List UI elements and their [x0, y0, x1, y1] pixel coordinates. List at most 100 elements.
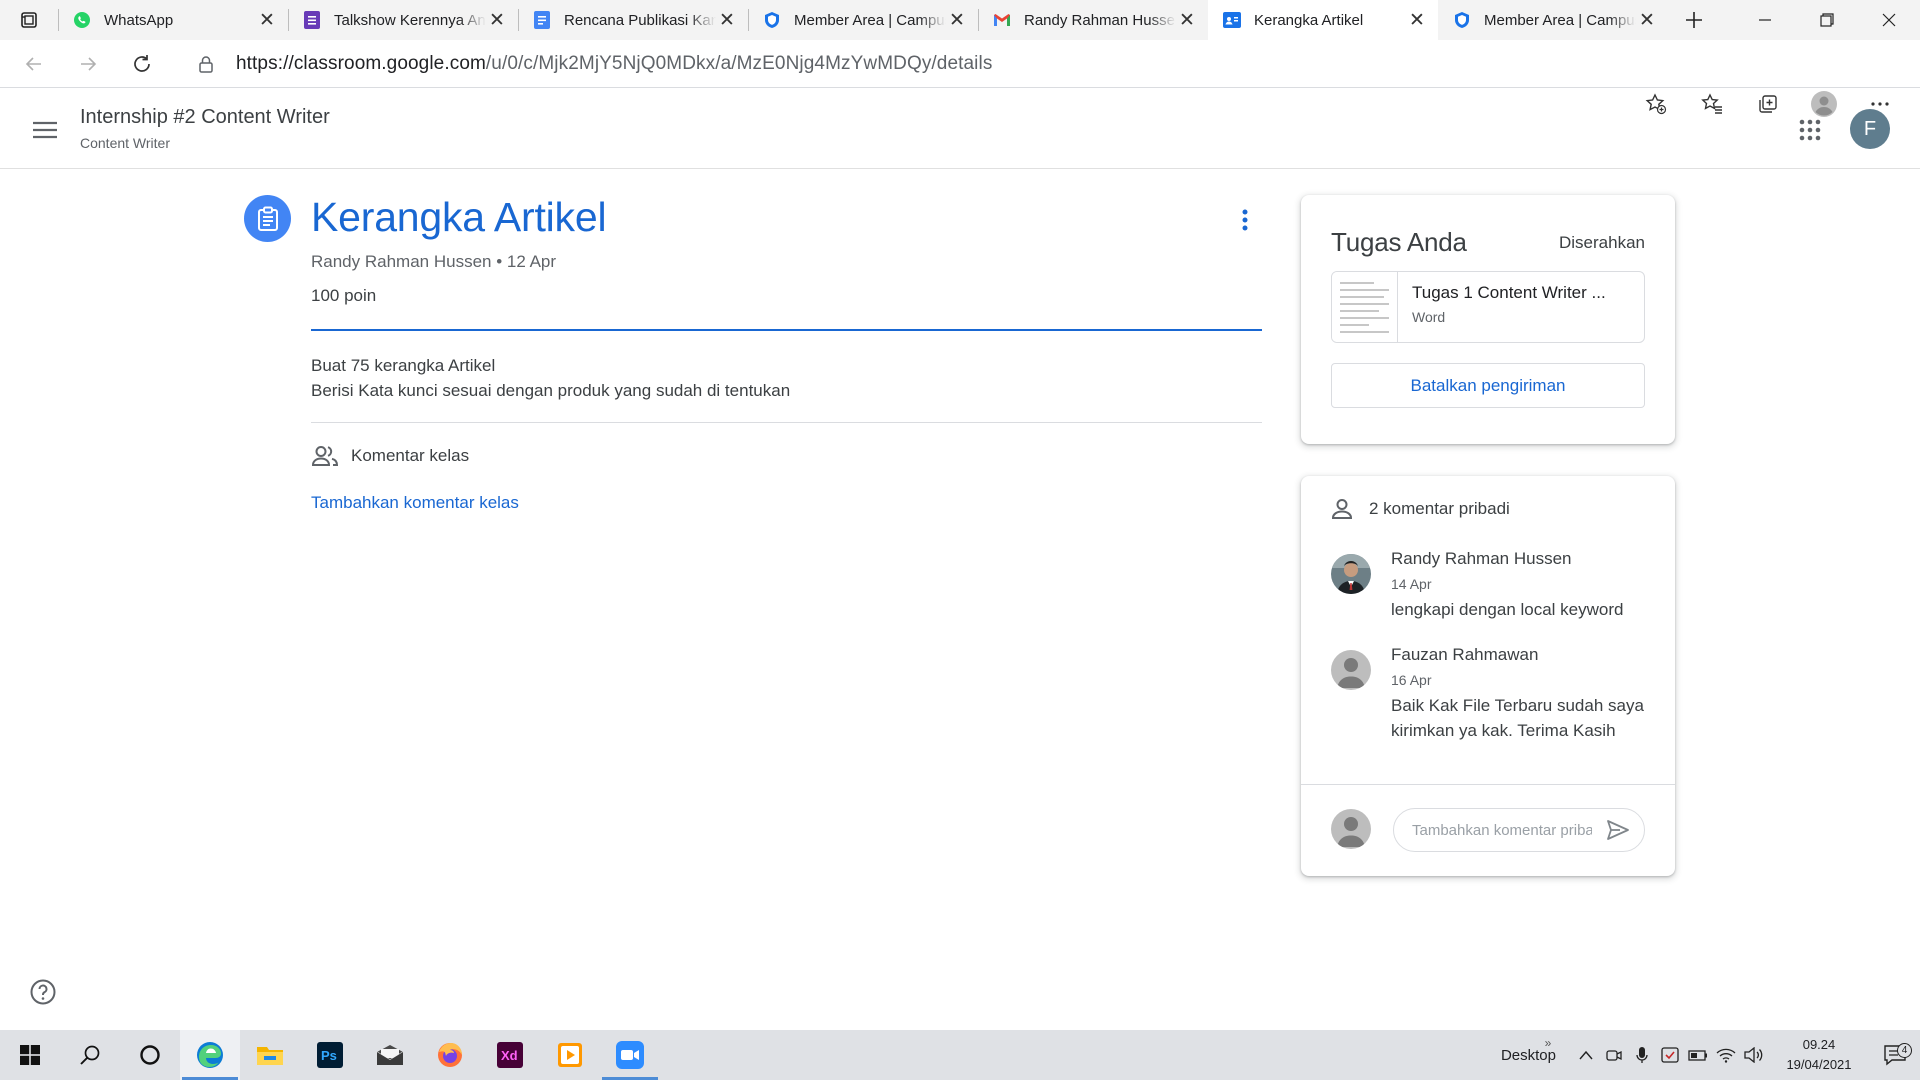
refresh-icon[interactable]	[120, 46, 164, 82]
private-comments-heading: 2 komentar pribadi	[1331, 498, 1510, 520]
class-section: Content Writer	[80, 135, 170, 151]
zoom-icon[interactable]	[600, 1030, 660, 1080]
your-work-card: Tugas Anda Diserahkan Tugas 1 Content Wr…	[1301, 195, 1675, 444]
system-tray: Desktop » 09.24 19/04/2021 4	[1501, 1030, 1920, 1080]
class-comments-label: Komentar kelas	[351, 446, 470, 465]
url-field[interactable]: https://classroom.google.com/u/0/c/Mjk2M…	[180, 45, 1682, 83]
system-clock[interactable]: 09.24 19/04/2021	[1774, 1035, 1864, 1075]
tab-title: Talkshow Kerennya Anak	[334, 11, 486, 29]
comment-date: 16 Apr	[1391, 672, 1432, 688]
unsubmit-button[interactable]: Batalkan pengiriman	[1331, 363, 1645, 408]
tab-title: Member Area | Campus	[1484, 11, 1636, 29]
private-comment-input[interactable]	[1412, 821, 1592, 839]
close-icon[interactable]: ✕	[946, 9, 968, 31]
meet-now-icon[interactable]	[1600, 1048, 1628, 1062]
close-icon[interactable]: ✕	[1176, 9, 1198, 31]
your-work-title: Tugas Anda	[1331, 227, 1467, 257]
title-divider	[311, 329, 1262, 331]
minimize-icon[interactable]	[1734, 0, 1796, 40]
forward-arrow-icon[interactable]	[66, 46, 110, 82]
volume-icon[interactable]	[1740, 1047, 1768, 1063]
tab-title: Randy Rahman Hussen	[1024, 11, 1176, 29]
close-icon[interactable]: ✕	[256, 9, 278, 31]
class-title[interactable]: Internship #2 Content Writer	[80, 106, 330, 129]
tab-title: Kerangka Artikel	[1254, 11, 1364, 29]
clock-date: 19/04/2021	[1786, 1057, 1852, 1072]
attachment-type: Word	[1412, 309, 1446, 325]
avatar	[1331, 650, 1371, 690]
avatar	[1331, 554, 1371, 594]
browser-tab-gmail[interactable]: Randy Rahman Hussen ✕	[978, 0, 1208, 40]
comments-divider	[1301, 784, 1675, 785]
microphone-icon[interactable]	[1628, 1046, 1656, 1064]
window-controls	[1734, 0, 1920, 40]
photoshop-icon[interactable]: Ps	[300, 1030, 360, 1080]
chevron-up-icon[interactable]	[1572, 1050, 1600, 1060]
submission-status: Diserahkan	[1559, 233, 1645, 252]
tab-actions-icon[interactable]	[0, 0, 58, 40]
svg-text:Ps: Ps	[321, 1048, 337, 1063]
wifi-icon[interactable]	[1712, 1047, 1740, 1063]
assignment-title: Kerangka Artikel	[311, 194, 607, 240]
close-icon[interactable]: ✕	[486, 9, 508, 31]
add-class-comment-link[interactable]: Tambahkan komentar kelas	[311, 493, 519, 513]
windows-start-icon[interactable]	[0, 1030, 60, 1080]
browser-tab-strip: WhatsApp ✕ Talkshow Kerennya Anak ✕ Renc…	[0, 0, 1920, 40]
adobe-xd-icon[interactable]: Xd	[480, 1030, 540, 1080]
private-comments-card: 2 komentar pribadi Randy Rahman Hussen 1…	[1301, 476, 1675, 876]
notification-count-badge: 4	[1897, 1043, 1912, 1058]
comment-author: Fauzan Rahmawan	[1391, 645, 1539, 664]
security-icon[interactable]	[1656, 1047, 1684, 1063]
more-vert-icon[interactable]	[1230, 202, 1260, 238]
media-player-icon[interactable]	[540, 1030, 600, 1080]
description-divider	[311, 422, 1262, 423]
google-apps-icon[interactable]	[1790, 110, 1830, 150]
svg-text:Xd: Xd	[501, 1048, 518, 1063]
close-icon[interactable]: ✕	[716, 9, 738, 31]
help-icon[interactable]	[28, 977, 58, 1007]
person-icon	[1331, 498, 1355, 520]
send-icon[interactable]	[1606, 819, 1630, 841]
attachment-name: Tugas 1 Content Writer ...	[1412, 283, 1606, 302]
mail-icon[interactable]	[360, 1030, 420, 1080]
new-tab-plus-icon[interactable]	[1672, 0, 1716, 40]
description-line: Berisi Kata kunci sesuai dengan produk y…	[311, 381, 791, 400]
classroom-header: Internship #2 Content Writer Content Wri…	[0, 88, 1920, 169]
notification-center-icon[interactable]: 4	[1870, 1043, 1920, 1066]
close-icon[interactable]: ✕	[1636, 9, 1658, 31]
private-comment-field[interactable]	[1393, 808, 1645, 852]
file-explorer-icon[interactable]	[240, 1030, 300, 1080]
browser-tab-member-area-2[interactable]: Member Area | Campus ✕	[1438, 0, 1668, 40]
comment-text: Baik Kak File Terbaru sudah saya kirimka…	[1391, 696, 1644, 740]
battery-icon[interactable]	[1684, 1049, 1712, 1061]
assignment-description: Buat 75 kerangka Artikel Berisi Kata kun…	[311, 353, 790, 403]
close-window-icon[interactable]	[1858, 0, 1920, 40]
private-comments-count: 2 komentar pribadi	[1369, 499, 1510, 518]
browser-tab-kerangka-artikel[interactable]: Kerangka Artikel ✕	[1208, 0, 1438, 40]
cortana-icon[interactable]	[120, 1030, 180, 1080]
browser-tab-whatsapp[interactable]: WhatsApp ✕	[58, 0, 288, 40]
restore-icon[interactable]	[1796, 0, 1858, 40]
browser-tab-rencana[interactable]: Rencana Publikasi Kampus ✕	[518, 0, 748, 40]
tab-title: Rencana Publikasi Kampus	[564, 11, 716, 29]
windows-taskbar: Ps Xd Desktop » 09.24 19/04/2021 4	[0, 1030, 1920, 1080]
description-line: Buat 75 kerangka Artikel	[311, 356, 496, 375]
edge-icon[interactable]	[180, 1030, 240, 1080]
search-icon[interactable]	[60, 1030, 120, 1080]
attachment-card[interactable]: Tugas 1 Content Writer ... Word	[1331, 271, 1645, 343]
google-docs-icon	[532, 10, 552, 30]
back-arrow-icon[interactable]	[12, 46, 56, 82]
hamburger-menu-icon[interactable]	[22, 110, 68, 150]
url-host: https://classroom.google.com	[236, 53, 486, 74]
tab-title: Member Area | Campus	[794, 11, 946, 29]
google-forms-icon	[302, 10, 322, 30]
firefox-icon[interactable]	[420, 1030, 480, 1080]
close-icon[interactable]: ✕	[1406, 9, 1428, 31]
comment-text: lengkapi dengan local keyword	[1391, 600, 1624, 619]
lock-icon[interactable]	[194, 55, 218, 73]
browser-tab-member-area[interactable]: Member Area | Campus ✕	[748, 0, 978, 40]
account-avatar[interactable]: F	[1850, 109, 1890, 149]
browser-tab-talkshow[interactable]: Talkshow Kerennya Anak ✕	[288, 0, 518, 40]
assignment-icon	[244, 195, 291, 242]
class-comments-heading: Komentar kelas	[311, 445, 469, 467]
